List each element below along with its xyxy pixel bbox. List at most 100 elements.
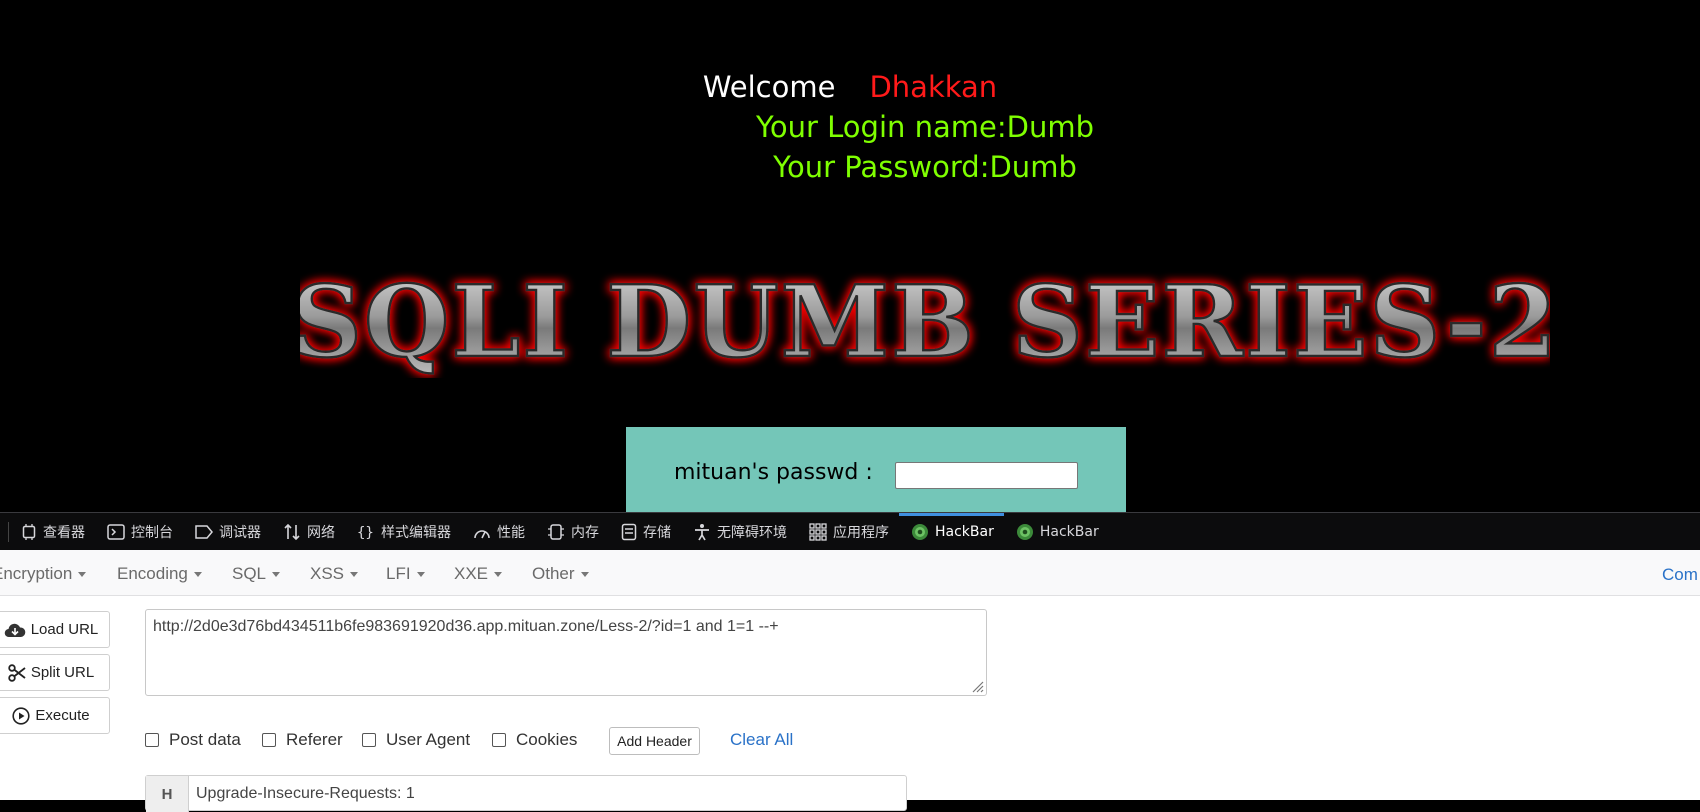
tab-label: 查看器 bbox=[43, 524, 85, 541]
user-agent-label: User Agent bbox=[386, 730, 471, 749]
tab-hackbar-second[interactable]: HackBar bbox=[1004, 513, 1109, 551]
url-textarea[interactable]: http://2d0e3d76bd434511b6fe983691920d36.… bbox=[145, 609, 987, 696]
chevron-down-icon bbox=[580, 572, 589, 578]
user-agent-option[interactable]: User Agent bbox=[362, 730, 470, 750]
hackbar-icon bbox=[912, 523, 928, 540]
chevron-down-icon bbox=[193, 572, 202, 578]
hackbar-icon bbox=[1016, 523, 1033, 540]
devtools-toolbar: 查看器 控制台 调试器 网络 {} 样式编辑器 性能 内存 存储 无障碍环境 应… bbox=[0, 512, 1700, 550]
chevron-down-icon bbox=[272, 572, 281, 578]
webpage-viewport: Welcome Dhakkan Your Login name:Dumb Your… bbox=[0, 0, 1700, 512]
header-value-input[interactable]: Upgrade-Insecure-Requests: 1 bbox=[196, 785, 415, 803]
accessibility-icon bbox=[695, 523, 709, 540]
load-url-button[interactable]: Load URL bbox=[0, 611, 110, 648]
storage-icon bbox=[621, 523, 637, 540]
tab-storage[interactable]: 存储 bbox=[609, 513, 681, 551]
tab-label: 调试器 bbox=[219, 524, 261, 541]
tab-style-editor[interactable]: {} 样式编辑器 bbox=[345, 513, 461, 551]
chevron-down-icon bbox=[78, 572, 87, 578]
split-url-label: Split URL bbox=[30, 664, 95, 681]
split-url-button[interactable]: Split URL bbox=[0, 654, 110, 691]
hackbar-panel: Encryption Encoding SQL XSS LFI XXE Othe… bbox=[0, 550, 1700, 812]
tab-memory[interactable]: 内存 bbox=[535, 513, 609, 551]
referer-checkbox[interactable] bbox=[262, 733, 276, 747]
menu-label: SQL bbox=[232, 564, 267, 583]
post-data-checkbox[interactable] bbox=[145, 733, 159, 747]
cloud-download-icon bbox=[4, 623, 25, 637]
console-icon bbox=[107, 523, 125, 540]
tab-hackbar-active[interactable]: HackBar bbox=[899, 512, 1004, 551]
tab-network[interactable]: 网络 bbox=[271, 513, 345, 551]
tab-label: 控制台 bbox=[131, 524, 173, 541]
tab-label: 应用程序 bbox=[833, 524, 889, 541]
welcome-label: Welcome bbox=[702, 70, 836, 104]
menu-label: XSS bbox=[310, 564, 345, 583]
menu-sql[interactable]: SQL bbox=[232, 564, 281, 584]
svg-text:{}: {} bbox=[357, 525, 374, 540]
tab-label: 内存 bbox=[571, 524, 599, 541]
menu-xxe[interactable]: XXE bbox=[454, 564, 503, 584]
login-name-line: Your Login name:Dumb bbox=[756, 110, 1094, 144]
menu-commercial-link[interactable]: Com bbox=[1662, 565, 1698, 585]
tab-inspector[interactable]: 查看器 bbox=[9, 513, 95, 551]
menu-label: Encryption bbox=[0, 564, 73, 583]
play-icon bbox=[12, 706, 30, 725]
cookies-label: Cookies bbox=[516, 730, 578, 749]
chevron-down-icon bbox=[494, 572, 503, 578]
menu-other[interactable]: Other bbox=[532, 564, 589, 584]
menu-encryption[interactable]: Encryption bbox=[0, 564, 87, 584]
scissors-icon bbox=[8, 663, 26, 682]
tab-label: HackBar bbox=[1039, 523, 1099, 540]
execute-label: Execute bbox=[35, 707, 90, 724]
tab-label: 网络 bbox=[307, 524, 335, 541]
tab-label: 样式编辑器 bbox=[381, 524, 451, 541]
inspector-icon bbox=[22, 523, 36, 540]
menu-label: LFI bbox=[386, 564, 411, 583]
network-icon bbox=[284, 523, 300, 540]
referer-label: Referer bbox=[286, 730, 343, 749]
tab-label: 存储 bbox=[643, 524, 671, 541]
banner-text: SQLI DUMB SERIES-2 bbox=[300, 265, 1550, 378]
tab-label: 无障碍环境 bbox=[717, 524, 787, 541]
tab-label: 性能 bbox=[497, 524, 525, 541]
menu-xss[interactable]: XSS bbox=[310, 564, 359, 584]
execute-button[interactable]: Execute bbox=[0, 697, 110, 734]
tab-debugger[interactable]: 调试器 bbox=[183, 513, 271, 551]
application-icon bbox=[809, 522, 827, 541]
menu-label: Encoding bbox=[117, 564, 188, 583]
tab-accessibility[interactable]: 无障碍环境 bbox=[681, 513, 797, 551]
user-agent-checkbox[interactable] bbox=[362, 733, 376, 747]
debugger-icon bbox=[195, 524, 213, 539]
passwd-label: mituan's passwd : bbox=[674, 460, 873, 485]
url-text: http://2d0e3d76bd434511b6fe983691920d36.… bbox=[153, 618, 779, 635]
memory-icon bbox=[548, 523, 564, 540]
tab-application[interactable]: 应用程序 bbox=[797, 513, 899, 551]
menu-lfi[interactable]: LFI bbox=[386, 564, 425, 584]
password-line: Your Password:Dumb bbox=[773, 150, 1077, 184]
header-badge[interactable]: H bbox=[146, 776, 189, 812]
cookies-checkbox[interactable] bbox=[492, 733, 506, 747]
sqli-banner: SQLI DUMB SERIES-2 bbox=[300, 264, 1550, 378]
chevron-down-icon bbox=[416, 572, 425, 578]
style-editor-icon: {} bbox=[357, 525, 374, 540]
resize-handle-icon[interactable] bbox=[970, 679, 984, 693]
add-header-button[interactable]: Add Header bbox=[609, 727, 700, 755]
tab-performance[interactable]: 性能 bbox=[461, 513, 535, 551]
tab-label: HackBar bbox=[935, 523, 994, 540]
welcome-line: Welcome Dhakkan bbox=[0, 70, 1700, 104]
tab-console[interactable]: 控制台 bbox=[95, 513, 183, 551]
header-row: H Upgrade-Insecure-Requests: 1 bbox=[145, 775, 907, 812]
menu-encoding[interactable]: Encoding bbox=[117, 564, 202, 584]
clear-all-link[interactable]: Clear All bbox=[730, 730, 793, 750]
chevron-down-icon bbox=[350, 572, 359, 578]
menu-label: XXE bbox=[454, 564, 489, 583]
passwd-form: mituan's passwd : bbox=[626, 427, 1126, 512]
hackbar-menu: Encryption Encoding SQL XSS LFI XXE Othe… bbox=[0, 550, 1700, 596]
welcome-username: Dhakkan bbox=[869, 70, 998, 104]
post-data-option[interactable]: Post data bbox=[145, 730, 241, 750]
passwd-input[interactable] bbox=[895, 462, 1078, 489]
cookies-option[interactable]: Cookies bbox=[492, 730, 577, 750]
performance-icon bbox=[474, 529, 490, 538]
referer-option[interactable]: Referer bbox=[262, 730, 343, 750]
post-data-label: Post data bbox=[169, 730, 241, 749]
